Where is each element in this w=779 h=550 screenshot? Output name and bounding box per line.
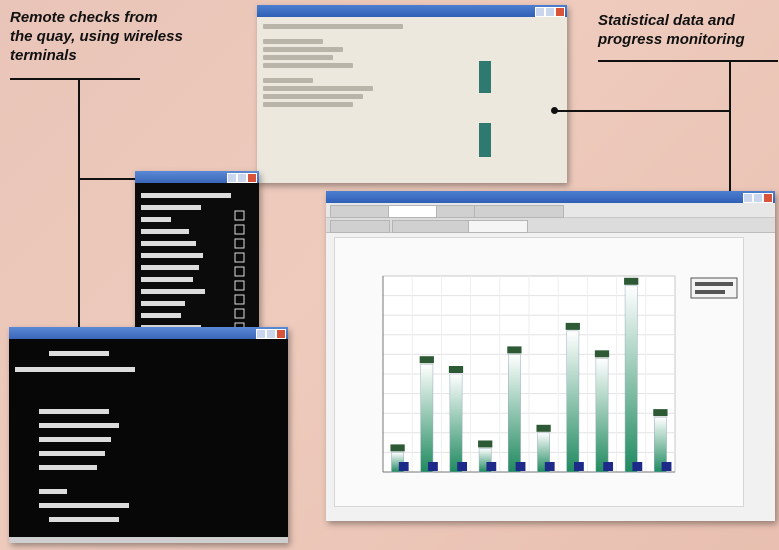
maximize-icon[interactable] — [545, 7, 555, 17]
bar-base-marker — [544, 462, 555, 471]
horizontal-scrollbar[interactable] — [9, 537, 288, 543]
progress-toolbar — [326, 203, 775, 218]
terminal-titlebar — [9, 327, 288, 339]
chart-panel — [334, 237, 744, 507]
legend-entry — [695, 290, 725, 294]
statistics-window — [257, 5, 567, 183]
progress-window-titlebar — [326, 191, 775, 203]
bar-chart — [382, 275, 738, 473]
statistics-window-titlebar — [257, 5, 567, 17]
bar-value-label — [594, 350, 610, 358]
maximize-icon[interactable] — [237, 173, 247, 183]
bar-base-marker — [574, 462, 584, 471]
left-caption-line-2: the quay, using wireless — [10, 28, 183, 45]
bar — [624, 285, 638, 473]
statistics-indicator — [479, 61, 491, 93]
bar-base-marker — [515, 462, 526, 471]
connector-line — [554, 110, 730, 112]
row-placeholder — [263, 39, 323, 44]
bar — [595, 358, 609, 473]
row-placeholder — [263, 102, 353, 107]
bar — [420, 363, 434, 473]
row-placeholder — [263, 47, 343, 52]
toolbar-button[interactable] — [474, 205, 564, 218]
statistics-window-body — [257, 17, 567, 114]
maximize-icon[interactable] — [266, 329, 276, 339]
bar — [449, 373, 463, 473]
bar-base-marker — [632, 462, 643, 471]
bar-base-marker — [486, 462, 497, 471]
bar-base-marker — [428, 462, 438, 471]
bar-base-marker — [661, 462, 672, 471]
connector-line — [598, 60, 778, 62]
bar-value-label — [536, 424, 551, 432]
connector-line — [729, 60, 731, 195]
chart-legend — [690, 277, 738, 299]
bar-value-label — [565, 322, 580, 330]
right-caption-line-1: Statistical data and — [598, 12, 735, 29]
minimize-icon[interactable] — [535, 7, 545, 17]
bar-base-marker — [457, 462, 468, 471]
right-caption-line-2: progress monitoring — [598, 31, 745, 48]
bar — [566, 330, 580, 473]
row-placeholder — [263, 94, 363, 99]
bar — [508, 354, 521, 473]
toolbar-button[interactable] — [330, 205, 390, 218]
close-icon[interactable] — [276, 329, 286, 339]
row-placeholder — [263, 63, 353, 68]
progress-tabs — [326, 218, 775, 233]
statistics-indicator — [479, 123, 491, 157]
close-icon[interactable] — [763, 193, 773, 203]
minimize-icon[interactable] — [227, 173, 237, 183]
terminal-titlebar — [135, 171, 259, 183]
maximize-icon[interactable] — [753, 193, 763, 203]
row-placeholder — [263, 55, 333, 60]
terminal-screen — [15, 351, 135, 522]
bar-value-label — [478, 440, 493, 448]
bar-base-marker — [603, 462, 614, 471]
bar-base-marker — [398, 462, 409, 471]
connector-line — [78, 178, 135, 180]
minimize-icon[interactable] — [743, 193, 753, 203]
toolbar-dropdown[interactable] — [388, 205, 438, 218]
toolbar-placeholder — [263, 24, 403, 29]
bar-value-label — [507, 346, 522, 354]
left-caption-line-3: terminals — [10, 47, 77, 64]
connector-line — [78, 78, 80, 345]
progress-monitoring-window — [326, 191, 775, 521]
connector-dot — [551, 107, 558, 114]
legend-entry — [695, 282, 733, 286]
tab-progress[interactable] — [468, 220, 528, 233]
bar-value-label — [390, 444, 405, 452]
terminal-window-handheld — [9, 327, 288, 543]
close-icon[interactable] — [555, 7, 565, 17]
bar-value-label — [448, 366, 464, 373]
bar-value-label — [419, 356, 434, 364]
row-placeholder — [263, 78, 313, 83]
toolbar-button[interactable] — [436, 205, 476, 218]
tab[interactable] — [330, 220, 390, 233]
tab[interactable] — [392, 220, 472, 233]
bar-value-label — [624, 277, 639, 285]
close-icon[interactable] — [247, 173, 257, 183]
connector-line — [10, 78, 140, 80]
right-caption: Statistical data and progress monitoring — [598, 11, 745, 49]
minimize-icon[interactable] — [256, 329, 266, 339]
left-caption: Remote checks from the quay, using wirel… — [10, 8, 183, 65]
left-caption-line-1: Remote checks from — [10, 9, 158, 26]
bar-value-label — [653, 409, 668, 417]
row-placeholder — [263, 86, 373, 91]
